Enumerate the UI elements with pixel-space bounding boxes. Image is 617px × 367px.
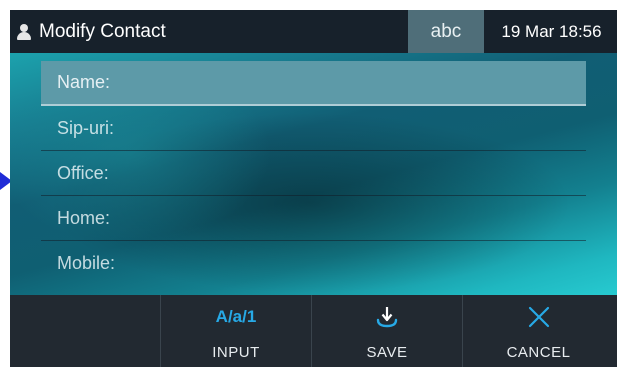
field-label: Sip-uri: bbox=[57, 117, 115, 138]
input-mode-icon: A/a/1 bbox=[161, 305, 311, 329]
page-title: Modify Contact bbox=[39, 20, 166, 42]
softkey-empty bbox=[10, 295, 161, 367]
contact-form: Name: Sip-uri: Office: Home: Mobile: bbox=[10, 53, 617, 295]
cancel-button[interactable]: CANCEL bbox=[463, 295, 614, 367]
cancel-label: CANCEL bbox=[506, 344, 571, 361]
input-mode-indicator: abc bbox=[408, 10, 484, 53]
input-button[interactable]: A/a/1 INPUT bbox=[161, 295, 312, 367]
field-label: Home: bbox=[57, 207, 111, 228]
save-down-arrow-icon bbox=[312, 305, 462, 329]
field-sip-uri[interactable]: Sip-uri: bbox=[41, 106, 586, 151]
field-label: Office: bbox=[57, 162, 109, 183]
save-button[interactable]: SAVE bbox=[312, 295, 463, 367]
header-bar: Modify Contact abc 19 Mar 18:56 bbox=[10, 10, 617, 53]
date-time: 19 Mar 18:56 bbox=[501, 21, 602, 41]
user-icon bbox=[17, 23, 31, 40]
input-label: INPUT bbox=[212, 344, 260, 361]
softkey-bar: A/a/1 INPUT SAVE CANCEL bbox=[10, 295, 617, 367]
input-glyph: A/a/1 bbox=[215, 307, 257, 326]
field-office[interactable]: Office: bbox=[41, 151, 586, 196]
field-home[interactable]: Home: bbox=[41, 196, 586, 241]
phone-screen: Modify Contact abc 19 Mar 18:56 Name: Si… bbox=[10, 10, 617, 367]
title-area: Modify Contact bbox=[10, 10, 166, 53]
field-label: Mobile: bbox=[57, 253, 116, 273]
field-mobile[interactable]: Mobile: bbox=[41, 241, 586, 286]
field-name[interactable]: Name: bbox=[41, 61, 586, 106]
close-x-icon bbox=[463, 305, 614, 329]
field-list: Name: Sip-uri: Office: Home: Mobile: bbox=[41, 61, 586, 286]
field-label: Name: bbox=[57, 72, 111, 92]
save-label: SAVE bbox=[366, 344, 408, 361]
